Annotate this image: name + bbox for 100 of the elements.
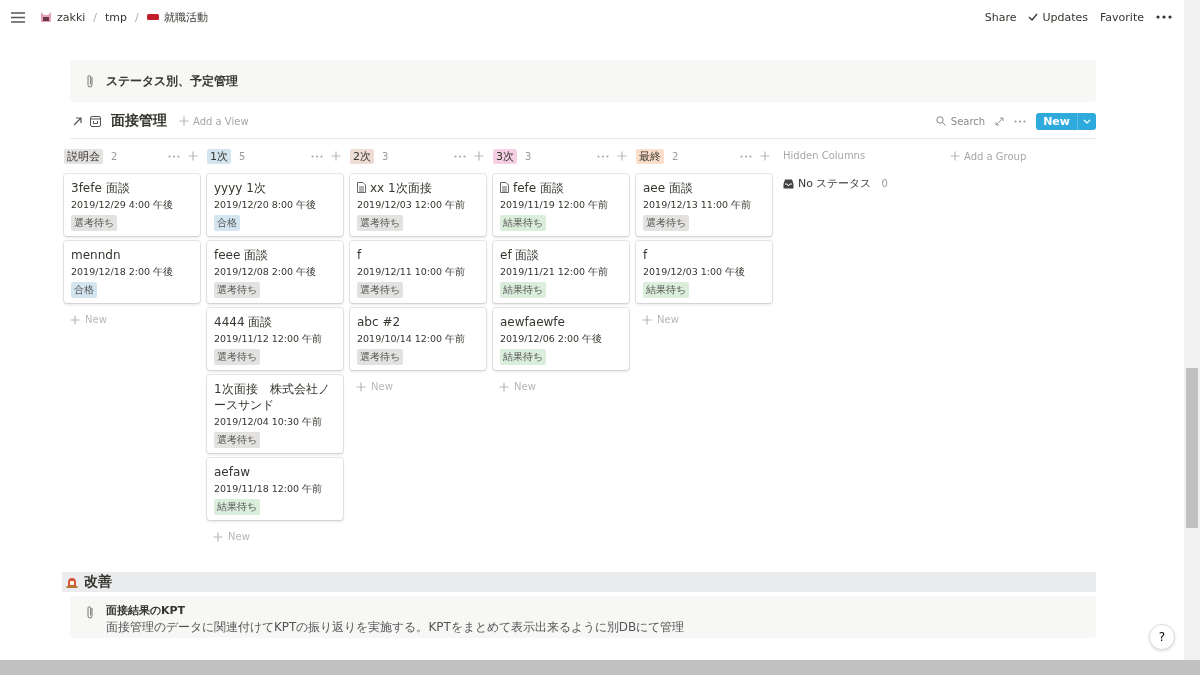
status-tag: 結果待ち bbox=[643, 282, 689, 298]
check-icon bbox=[1028, 13, 1039, 21]
status-tag: 結果待ち bbox=[500, 349, 546, 365]
status-tag: 合格 bbox=[214, 215, 240, 231]
board-card[interactable]: menndn 2019/12/18 2:00 午後 合格 bbox=[64, 241, 200, 303]
breadcrumb-separator: / bbox=[134, 10, 140, 24]
card-date: 2019/12/03 1:00 午後 bbox=[643, 266, 746, 279]
cat-avatar-icon bbox=[40, 11, 52, 23]
group-count: 0 bbox=[881, 178, 888, 189]
column-label: 説明会 bbox=[64, 148, 103, 164]
more-icon bbox=[454, 154, 466, 158]
board-card[interactable]: xx 1次面接 2019/12/03 12:00 午前 選考待ち bbox=[350, 174, 486, 236]
plus-icon bbox=[179, 116, 189, 126]
board-card[interactable]: 3fefe 面談 2019/12/29 4:00 午後 選考待ち bbox=[64, 174, 200, 236]
vertical-scrollbar[interactable] bbox=[1184, 0, 1200, 660]
chevron-down-icon bbox=[1083, 118, 1091, 124]
plus-icon bbox=[356, 381, 366, 392]
board-icon bbox=[90, 115, 101, 127]
board-card[interactable]: abc #2 2019/10/14 12:00 午前 選考待ち bbox=[350, 308, 486, 370]
more-icon bbox=[1156, 15, 1172, 19]
topbar-button[interactable]: Favorite bbox=[1100, 10, 1144, 24]
breadcrumb-link[interactable]: tmp bbox=[105, 10, 128, 24]
card-title: ef 面談 bbox=[500, 247, 540, 263]
board-card[interactable]: ef 面談 2019/11/21 12:00 午前 結果待ち bbox=[493, 241, 629, 303]
card-title: aefaw bbox=[214, 464, 251, 480]
paperclip-icon bbox=[86, 605, 94, 619]
card-date: 2019/11/18 12:00 午前 bbox=[214, 483, 323, 496]
callout-text: 面接管理のデータに関連付けてKPTの振り返りを実施する。KPTをまとめて表示出来るように別DBにて管理 bbox=[106, 619, 685, 636]
horizontal-scrollbar[interactable] bbox=[0, 660, 1200, 675]
card-date: 2019/12/08 2:00 午後 bbox=[214, 266, 317, 279]
callout-text: ステータス別、予定管理 bbox=[106, 72, 238, 90]
card-date: 2019/10/14 12:00 午前 bbox=[357, 333, 466, 346]
card-title: 3fefe 面談 bbox=[71, 180, 130, 196]
card-date: 2019/12/29 4:00 午後 bbox=[71, 199, 174, 212]
card-title: f bbox=[357, 247, 362, 263]
plus-icon bbox=[188, 151, 198, 161]
more-icon bbox=[597, 154, 609, 158]
status-tag: 結果待ち bbox=[500, 282, 546, 298]
board-card[interactable]: aefaw 2019/11/18 12:00 午前 結果待ち bbox=[207, 458, 343, 520]
card-title: aewfaewfe bbox=[500, 314, 565, 330]
board-card[interactable]: 1次面接 株式会社ノースサンド 2019/12/04 10:30 午前 選考待ち bbox=[207, 375, 343, 453]
card-title: xx 1次面接 bbox=[357, 180, 432, 196]
callout-title: 面接結果のKPT bbox=[106, 603, 187, 618]
hidden-columns-label: Hidden Columns bbox=[783, 149, 867, 163]
flag-icon bbox=[146, 13, 159, 21]
board-card[interactable]: feee 面談 2019/12/08 2:00 午後 選考待ち bbox=[207, 241, 343, 303]
board-card[interactable]: yyyy 1次 2019/12/20 8:00 午後 合格 bbox=[207, 174, 343, 236]
siren-icon bbox=[66, 576, 78, 588]
scrollbar-thumb[interactable] bbox=[1186, 368, 1198, 528]
plus-icon bbox=[474, 151, 484, 161]
card-title: abc #2 bbox=[357, 314, 401, 330]
card-title: menndn bbox=[71, 247, 121, 263]
card-date: 2019/12/04 10:30 午前 bbox=[214, 416, 323, 429]
more-icon bbox=[311, 154, 323, 158]
column-count: 3 bbox=[525, 150, 532, 162]
status-tag: 選考待ち bbox=[357, 349, 403, 365]
card-title: aee 面談 bbox=[643, 180, 693, 196]
card-date: 2019/11/21 12:00 午前 bbox=[500, 266, 609, 279]
hidden-group[interactable]: No ステータス 0 bbox=[783, 176, 943, 191]
plus-icon bbox=[499, 381, 509, 392]
arrow-icon bbox=[73, 116, 82, 126]
section-heading: 改善 bbox=[84, 573, 112, 591]
updates-button[interactable]: Updates bbox=[1028, 10, 1089, 24]
card-title: feee 面談 bbox=[214, 247, 269, 263]
board-card[interactable]: f 2019/12/03 1:00 午後 結果待ち bbox=[636, 241, 772, 303]
card-title: f bbox=[643, 247, 648, 263]
card-date: 2019/12/11 10:00 午前 bbox=[357, 266, 466, 279]
column-label: 1次 bbox=[207, 148, 231, 164]
plus-icon bbox=[213, 531, 223, 542]
help-button[interactable]: ? bbox=[1149, 624, 1175, 650]
status-tag: 結果待ち bbox=[214, 499, 260, 515]
paperclip-icon bbox=[86, 74, 94, 88]
search-icon bbox=[935, 116, 946, 126]
more-icon bbox=[1014, 119, 1027, 123]
column-label: 2次 bbox=[350, 148, 374, 164]
breadcrumb-link[interactable]: 就職活動 bbox=[146, 9, 208, 25]
menu-icon bbox=[11, 11, 25, 23]
status-tag: 選考待ち bbox=[643, 215, 689, 231]
board-card[interactable]: fefe 面談 2019/11/19 12:00 午前 結果待ち bbox=[493, 174, 629, 236]
board-card[interactable]: 4444 面談 2019/11/12 12:00 午前 選考待ち bbox=[207, 308, 343, 370]
card-title: 1次面接 株式会社ノースサンド bbox=[214, 381, 331, 413]
plus-icon bbox=[642, 314, 652, 325]
breadcrumb-link[interactable]: zakki bbox=[40, 10, 86, 24]
card-date: 2019/11/12 12:00 午前 bbox=[214, 333, 323, 346]
plus-icon bbox=[331, 151, 341, 161]
search-button[interactable]: Search bbox=[935, 115, 986, 127]
board-card[interactable]: aee 面談 2019/12/13 11:00 午前 選考待ち bbox=[636, 174, 772, 236]
card-date: 2019/12/18 2:00 午後 bbox=[71, 266, 174, 279]
breadcrumb-separator: / bbox=[92, 10, 99, 24]
column-count: 3 bbox=[382, 150, 389, 162]
topbar-button[interactable]: Share bbox=[984, 10, 1017, 24]
status-tag: 選考待ち bbox=[357, 282, 403, 298]
plus-icon bbox=[950, 151, 960, 161]
status-tag: 選考待ち bbox=[214, 282, 260, 298]
card-date: 2019/12/20 8:00 午後 bbox=[214, 199, 317, 212]
board-card[interactable]: f 2019/12/11 10:00 午前 選考待ち bbox=[350, 241, 486, 303]
status-tag: 結果待ち bbox=[500, 215, 546, 231]
board-card[interactable]: aewfaewfe 2019/12/06 2:00 午後 結果待ち bbox=[493, 308, 629, 370]
more-icon bbox=[740, 154, 752, 158]
column-label: 3次 bbox=[493, 148, 517, 164]
